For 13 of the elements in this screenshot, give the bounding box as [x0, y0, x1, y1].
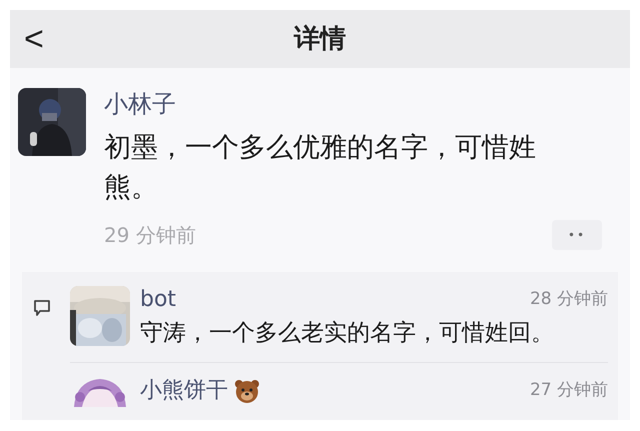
post-time: 29 分钟前 — [104, 222, 196, 249]
author-name: 小熊饼干 — [140, 377, 228, 405]
author-name: bot — [140, 286, 176, 314]
more-button[interactable]: •• — [552, 220, 602, 250]
reply-time: 27 分钟前 — [530, 379, 608, 402]
back-button[interactable]: < — [24, 22, 44, 56]
bear-icon — [234, 378, 260, 404]
author-name: 小林子 — [104, 89, 177, 120]
reply-time: 28 分钟前 — [530, 288, 608, 312]
page-title: 详情 — [294, 22, 346, 56]
post-text: 初墨，一个多么优雅的名字，可惜姓熊。 — [104, 131, 537, 205]
comment-icon — [32, 298, 52, 318]
reply-text: 守涛，一个多么老实的名字，可惜姓回。 — [140, 319, 555, 348]
